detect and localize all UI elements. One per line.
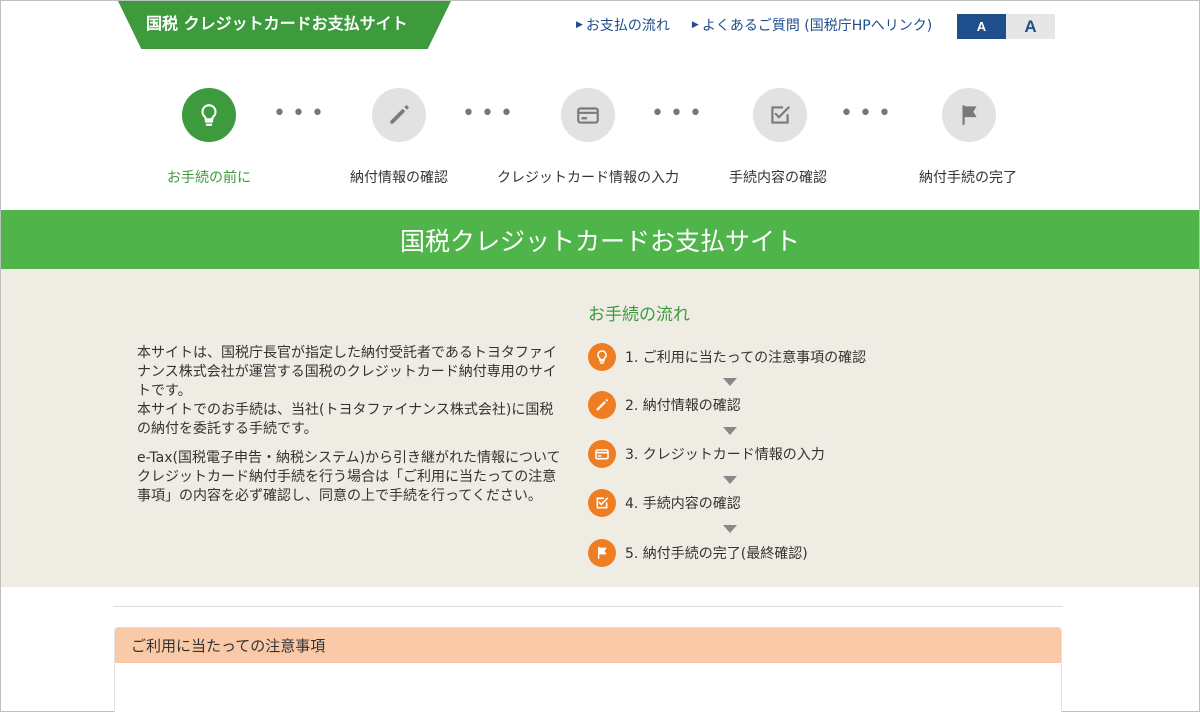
flow-arrow-icon	[723, 525, 737, 533]
step-2-circle	[372, 88, 426, 142]
step-2-label: 納付情報の確認	[350, 170, 448, 186]
step-4-circle	[753, 88, 807, 142]
page-title-banner: 国税クレジットカードお支払サイト	[1, 210, 1199, 269]
flag-icon	[588, 539, 616, 567]
flow-arrow-icon	[723, 378, 737, 386]
step-1-circle	[182, 88, 236, 142]
step-connector: •••	[840, 101, 897, 126]
step-1-label: お手続の前に	[167, 170, 251, 186]
checkbox-icon	[771, 106, 790, 124]
font-size-large-button[interactable]: A	[1006, 14, 1055, 39]
site-logo-text: 国税 クレジットカードお支払サイト	[146, 14, 408, 33]
faq-link-label: よくあるご質問 (国税庁HPへリンク)	[701, 18, 933, 34]
flow-item-5: 5. 納付手続の完了(最終確認)	[588, 539, 808, 567]
flow-item-2: 2. 納付情報の確認	[588, 391, 741, 419]
flow-item-1-label: 1. ご利用に当たっての注意事項の確認	[625, 350, 867, 366]
usage-notice-body: 1	[115, 663, 1061, 712]
step-4-label: 手続内容の確認	[729, 170, 827, 186]
intro-paragraph-2-text: 本サイトでのお手続は、当社(トヨタファイナンス株式会社)に国税の納付を委託する手…	[137, 402, 554, 437]
caret-right-icon: ▶	[691, 20, 699, 30]
step-connector: •••	[462, 101, 519, 126]
caret-right-icon: ▶	[576, 20, 583, 30]
header-nav: ▶ お支払の流れ ▶ よくあるご質問 (国税庁HPへリンク)	[576, 15, 932, 35]
flow-title: お手続の流れ	[588, 305, 690, 325]
step-5-circle	[942, 88, 996, 142]
flag-icon	[962, 105, 977, 125]
font-size-small-button[interactable]: A	[957, 14, 1006, 39]
intro-paragraph-3: e-Tax(国税電子申告・納税システム)から引き継がれた情報についてクレジットカ…	[137, 450, 561, 504]
intro-paragraph-1: 本サイトは、国税庁長官が指定した納付受託者であるトヨタファイナンス株式会社が運営…	[137, 344, 561, 439]
flow-item-3-label: 3. クレジットカード情報の入力	[625, 447, 825, 463]
flow-item-4-label: 4. 手続内容の確認	[625, 496, 741, 512]
flow-item-3: 3. クレジットカード情報の入力	[588, 440, 825, 468]
lightbulb-icon	[201, 104, 217, 126]
intro-text: 本サイトは、国税庁長官が指定した納付受託者であるトヨタファイナンス株式会社が運営…	[137, 344, 561, 516]
page-title: 国税クレジットカードお支払サイト	[399, 226, 800, 256]
faq-link[interactable]: ▶ よくあるご質問 (国税庁HPへリンク)	[692, 15, 932, 35]
payment-flow-link-label: お支払の流れ	[585, 18, 670, 34]
site-logo[interactable]: 国税 クレジットカードお支払サイト	[118, 1, 451, 49]
payment-flow-link[interactable]: ▶ お支払の流れ	[576, 15, 670, 35]
step-connector: •••	[273, 101, 330, 126]
step-5-label: 納付手続の完了	[919, 170, 1017, 186]
step-connector: •••	[651, 101, 708, 126]
lightbulb-icon	[588, 343, 616, 371]
font-size-toggle: A A	[957, 14, 1055, 39]
step-3-circle	[561, 88, 615, 142]
pencil-icon	[588, 391, 616, 419]
flow-item-5-label: 5. 納付手続の完了(最終確認)	[625, 546, 808, 562]
credit-card-icon	[588, 440, 616, 468]
section-divider	[113, 606, 1063, 607]
step-3-label: クレジットカード情報の入力	[497, 170, 679, 186]
usage-notice-panel: ご利用に当たっての注意事項 1	[114, 627, 1062, 712]
usage-notice-title: ご利用に当たっての注意事項	[131, 637, 326, 655]
flow-item-2-label: 2. 納付情報の確認	[625, 398, 741, 414]
intro-paragraph-1-text: 本サイトは、国税庁長官が指定した納付受託者であるトヨタファイナンス株式会社が運営…	[137, 345, 557, 399]
flow-item-1: 1. ご利用に当たっての注意事項の確認	[588, 343, 866, 371]
intro-section: 本サイトは、国税庁長官が指定した納付受託者であるトヨタファイナンス株式会社が運営…	[1, 269, 1199, 587]
flow-item-4: 4. 手続内容の確認	[588, 489, 741, 517]
credit-card-icon	[577, 107, 599, 124]
usage-notice-header: ご利用に当たっての注意事項	[115, 628, 1061, 663]
flow-arrow-icon	[723, 476, 737, 484]
checkbox-icon	[588, 489, 616, 517]
pencil-icon	[390, 105, 409, 124]
flow-arrow-icon	[723, 427, 737, 435]
